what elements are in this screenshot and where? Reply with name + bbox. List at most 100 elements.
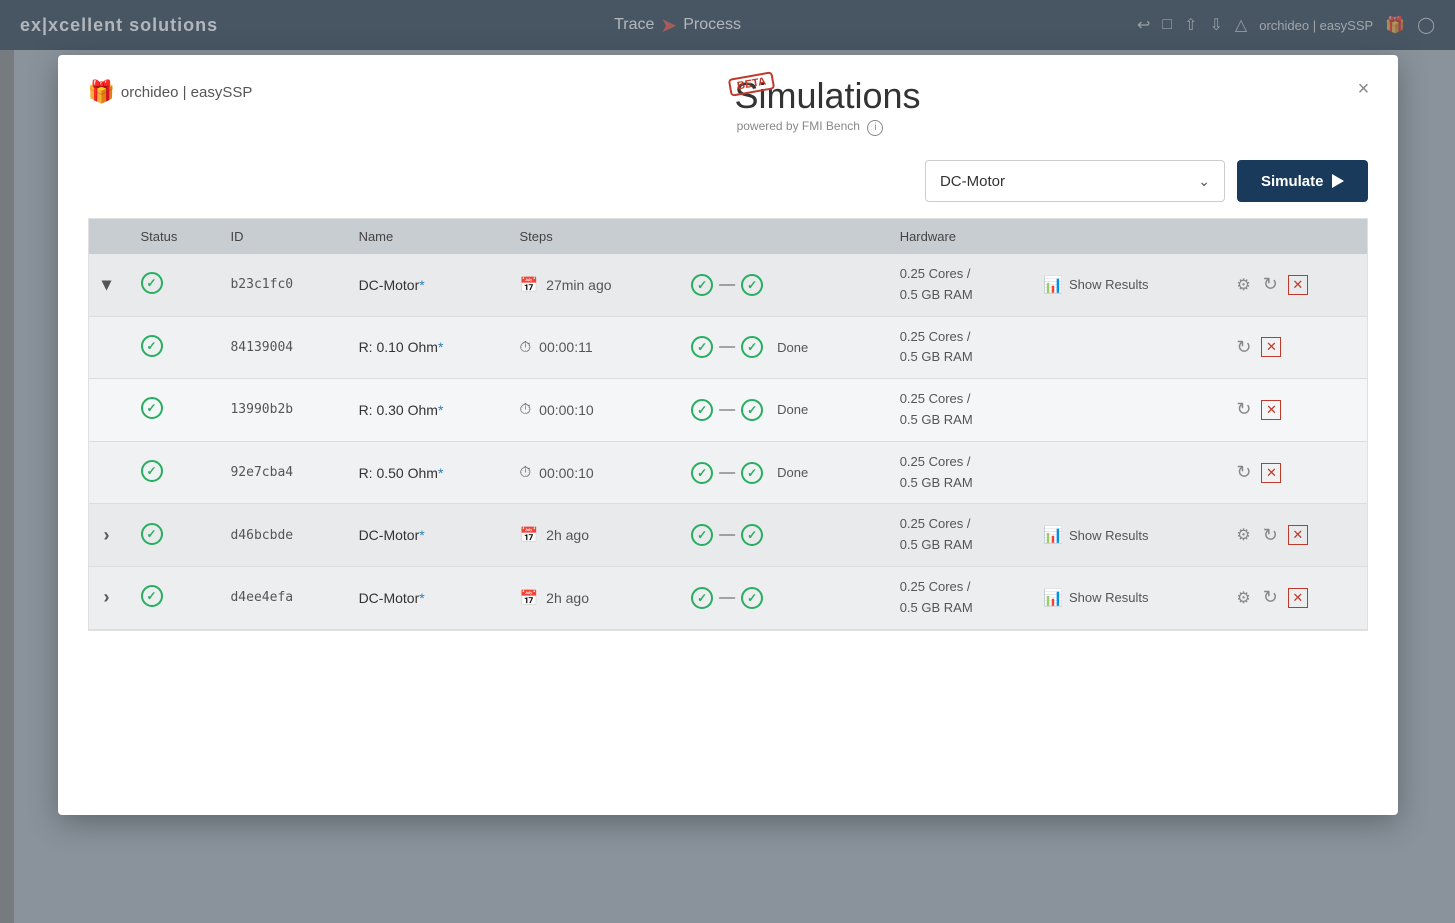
refresh-button[interactable]: ↻ bbox=[1261, 272, 1280, 297]
gear-icon-button[interactable]: ⚙ bbox=[1234, 523, 1252, 547]
expand-button[interactable]: › bbox=[100, 585, 114, 610]
id-cell: d46bcbde bbox=[218, 504, 346, 567]
delete-button[interactable]: ✕ bbox=[1288, 525, 1308, 545]
results-cell bbox=[1031, 379, 1222, 442]
chart-icon: 📊 bbox=[1043, 588, 1063, 608]
step-start-icon bbox=[691, 462, 713, 484]
status-check-icon bbox=[141, 523, 163, 545]
close-button[interactable]: × bbox=[1350, 75, 1378, 103]
refresh-button[interactable]: ↻ bbox=[1234, 460, 1253, 485]
show-results-link[interactable]: Show Results bbox=[1069, 528, 1148, 543]
col-expand bbox=[89, 219, 129, 254]
time-cell: 📅2h ago bbox=[507, 504, 679, 567]
asterisk-icon: * bbox=[419, 590, 424, 606]
expand-cell bbox=[89, 316, 129, 379]
time-value: 27min ago bbox=[546, 277, 611, 293]
step-end-icon bbox=[741, 524, 763, 546]
status-check-icon bbox=[141, 460, 163, 482]
expand-cell: › bbox=[89, 566, 129, 629]
gear-icon-button[interactable]: ⚙ bbox=[1234, 586, 1252, 610]
id-cell: d4ee4efa bbox=[218, 566, 346, 629]
asterisk-icon: * bbox=[438, 465, 443, 481]
name-cell: R: 0.30 Ohm* bbox=[347, 379, 508, 442]
modal-title-section: BETA Simulations powered by FMI Bench i bbox=[252, 75, 1367, 136]
id-cell: 84139004 bbox=[218, 316, 346, 379]
col-id: ID bbox=[218, 219, 346, 254]
actions-cell: ⚙ ↻ ✕ bbox=[1222, 254, 1366, 316]
simulations-table-container: Status ID Name Steps Hardware ▾b23c1fc0D… bbox=[88, 218, 1368, 631]
step-end-icon bbox=[741, 274, 763, 296]
actions-cell: ⚙ ↻ ✕ bbox=[1222, 504, 1366, 567]
steps-cell: — bbox=[679, 566, 888, 629]
step-dash: — bbox=[719, 464, 735, 482]
name-cell: DC-Motor* bbox=[347, 504, 508, 567]
time-cell: ⏱00:00:10 bbox=[507, 379, 679, 442]
calendar-icon: 📅 bbox=[519, 589, 538, 607]
step-start-icon bbox=[691, 274, 713, 296]
refresh-button[interactable]: ↻ bbox=[1261, 585, 1280, 610]
info-icon[interactable]: i bbox=[867, 120, 883, 136]
toolbar-row: DC-Motor ⌄ Simulate bbox=[58, 152, 1398, 218]
step-end-icon bbox=[741, 587, 763, 609]
show-results-link[interactable]: Show Results bbox=[1069, 590, 1148, 605]
time-cell: 📅 2h ago bbox=[507, 566, 679, 629]
simulations-modal: 🎁 orchideo | easySSP BETA Simulations po… bbox=[58, 55, 1398, 815]
time-value: 2h ago bbox=[546, 590, 589, 606]
id-cell: 13990b2b bbox=[218, 379, 346, 442]
col-hardware: Hardware bbox=[888, 219, 1031, 254]
steps-cell: — Done bbox=[679, 441, 888, 504]
status-cell bbox=[129, 566, 219, 629]
actions-cell: ↻✕ bbox=[1222, 441, 1366, 504]
expand-button[interactable]: › bbox=[100, 523, 114, 548]
collapse-button[interactable]: ▾ bbox=[98, 272, 115, 297]
status-check-icon bbox=[141, 272, 163, 294]
name-cell: DC-Motor* bbox=[347, 566, 508, 629]
step-start-icon bbox=[691, 524, 713, 546]
simulations-table: Status ID Name Steps Hardware ▾b23c1fc0D… bbox=[89, 219, 1367, 630]
steps-cell: —Done bbox=[679, 379, 888, 442]
step-start-icon bbox=[691, 399, 713, 421]
logo-icon: 🎁 bbox=[88, 79, 115, 105]
clock-icon: ⏱ bbox=[519, 339, 531, 356]
delete-button[interactable]: ✕ bbox=[1261, 337, 1281, 357]
delete-button[interactable]: ✕ bbox=[1288, 275, 1308, 295]
simulate-button[interactable]: Simulate bbox=[1237, 160, 1368, 202]
show-results-link[interactable]: Show Results bbox=[1069, 277, 1148, 292]
hardware-cell: 0.25 Cores /0.5 GB RAM bbox=[888, 316, 1031, 379]
status-check-icon bbox=[141, 335, 163, 357]
hardware-cell: 0.25 Cores /0.5 GB RAM bbox=[888, 254, 1031, 316]
asterisk-icon: * bbox=[419, 527, 424, 543]
results-cell: 📊 Show Results bbox=[1031, 504, 1222, 567]
status-cell bbox=[129, 504, 219, 567]
expand-cell: › bbox=[89, 504, 129, 567]
col-name: Name bbox=[347, 219, 508, 254]
step-dash: — bbox=[719, 276, 735, 294]
chart-icon: 📊 bbox=[1043, 525, 1063, 545]
gear-icon-button[interactable]: ⚙ bbox=[1234, 273, 1252, 297]
calendar-icon: 📅 bbox=[519, 526, 538, 544]
done-label: Done bbox=[777, 465, 808, 480]
table-body: ▾b23c1fc0DC-Motor*📅27min ago—0.25 Cores … bbox=[89, 254, 1367, 629]
col-results bbox=[1031, 219, 1222, 254]
step-dash: — bbox=[719, 401, 735, 419]
results-cell bbox=[1031, 316, 1222, 379]
step-dash: — bbox=[719, 338, 735, 356]
step-end-icon bbox=[741, 462, 763, 484]
delete-button[interactable]: ✕ bbox=[1288, 588, 1308, 608]
asterisk-icon: * bbox=[438, 339, 443, 355]
table-row: 13990b2bR: 0.30 Ohm*⏱00:00:10—Done0.25 C… bbox=[89, 379, 1367, 442]
refresh-button[interactable]: ↻ bbox=[1261, 523, 1280, 548]
name-cell: R: 0.10 Ohm* bbox=[347, 316, 508, 379]
refresh-button[interactable]: ↻ bbox=[1234, 335, 1253, 360]
col-status: Status bbox=[129, 219, 219, 254]
actions-cell: ⚙ ↻ ✕ bbox=[1222, 566, 1366, 629]
delete-button[interactable]: ✕ bbox=[1261, 463, 1281, 483]
table-row: 92e7cba4R: 0.50 Ohm*⏱00:00:10—Done0.25 C… bbox=[89, 441, 1367, 504]
refresh-button[interactable]: ↻ bbox=[1234, 397, 1253, 422]
steps-cell: —Done bbox=[679, 316, 888, 379]
results-cell bbox=[1031, 441, 1222, 504]
delete-button[interactable]: ✕ bbox=[1261, 400, 1281, 420]
powered-by-text: powered by FMI Bench i bbox=[737, 119, 884, 136]
expand-cell bbox=[89, 379, 129, 442]
simulation-dropdown[interactable]: DC-Motor ⌄ bbox=[925, 160, 1225, 202]
